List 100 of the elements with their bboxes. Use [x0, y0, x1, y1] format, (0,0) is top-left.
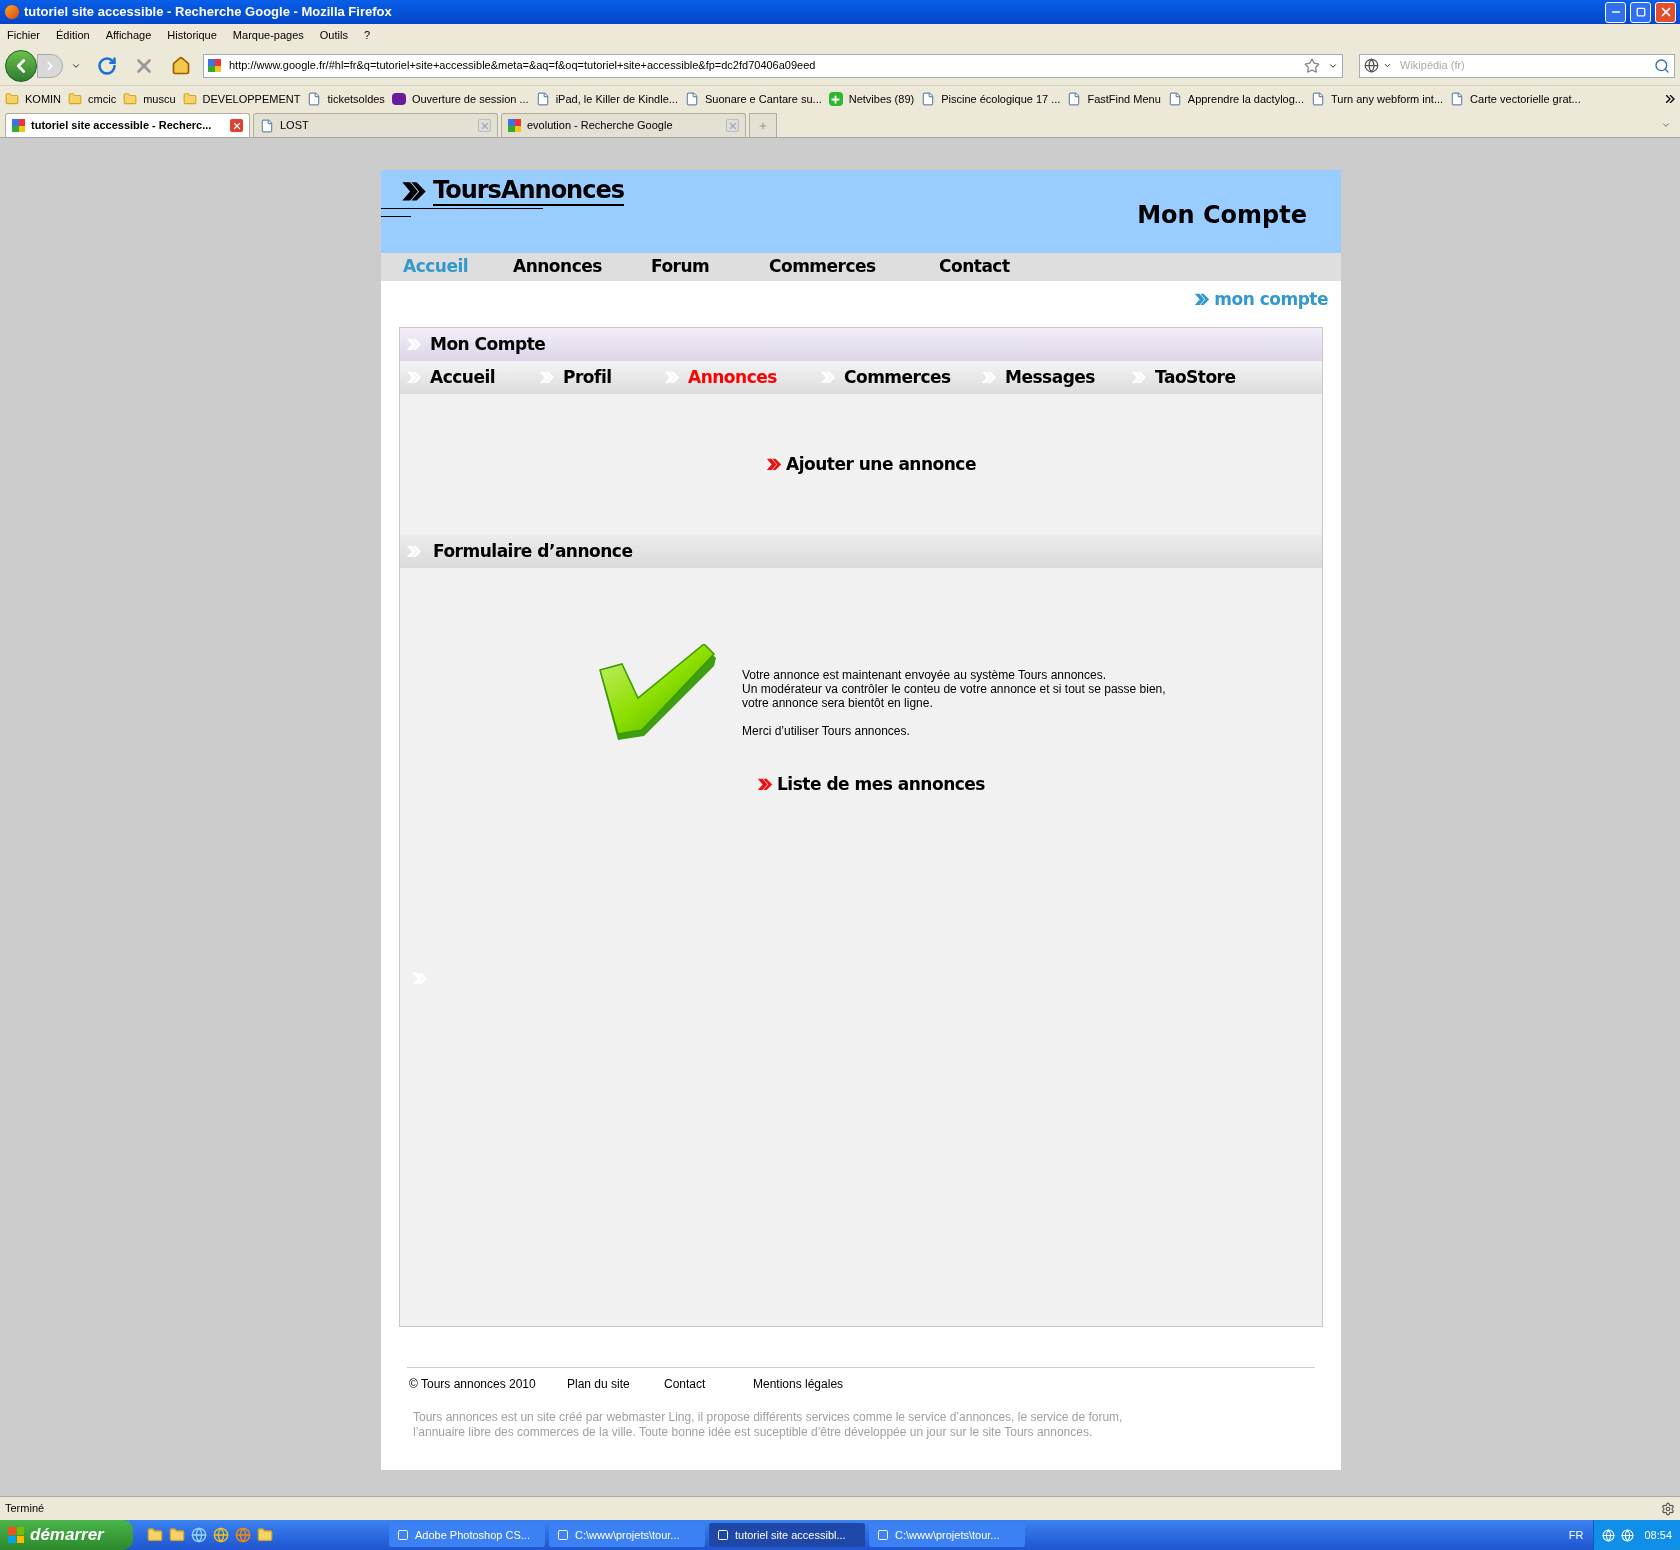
taskbar-button[interactable]: C:\www\projets\tour...: [869, 1523, 1025, 1547]
globe-icon[interactable]: [191, 1527, 207, 1543]
page-icon: [307, 92, 322, 106]
ad-list-link[interactable]: Liste de mes annonces: [757, 772, 985, 798]
window-icon: [557, 1529, 569, 1541]
windows-logo-icon: [8, 1527, 24, 1543]
folder-icon[interactable]: [147, 1527, 163, 1543]
footer-link[interactable]: Contact: [664, 1375, 753, 1393]
site-description: Tours annonces est un site créé par webmaster Ling, il propose différents services comme le service d’annonces, le service de forum, l’annuaire libre des commerces de la ville. Toute bonne idée est suceptible d’être développée un jour sur le site Tours annonces.: [412, 1410, 1124, 1440]
sub-nav-link[interactable]: Commerces: [820, 364, 981, 391]
folder-icon[interactable]: [169, 1527, 185, 1543]
site-logo[interactable]: ToursAnnonces: [433, 176, 624, 206]
page-icon: [1167, 92, 1182, 106]
menu-item[interactable]: Affichage: [105, 26, 152, 44]
bookmark-item[interactable]: muscu: [123, 90, 176, 108]
page-icon: [1067, 92, 1082, 106]
folder-icon: [68, 92, 83, 106]
clock-text: 08:54: [1644, 1527, 1672, 1543]
taskbar-button[interactable]: tutoriel site accessibl...: [709, 1523, 865, 1547]
search-placeholder: Wikipédia (fr): [1400, 58, 1466, 74]
menu-item[interactable]: ?: [363, 26, 371, 44]
bookmark-item[interactable]: Netvibes (89): [828, 90, 915, 108]
logo-chevron-icon: [401, 180, 427, 202]
taskbar-button[interactable]: Adobe Photoshop CS...: [389, 1523, 545, 1547]
bookmark-item[interactable]: Piscine écologique 17 ...: [921, 90, 1061, 108]
reload-icon[interactable]: [97, 55, 117, 76]
tab-title: evolution - Recherche Google: [527, 118, 674, 134]
url-text: http://www.google.fr/#hl=fr&q=tutoriel+site+accessible&meta=&aq=f&oq=tutoriel+site+accessible&fp=dc2fd70406a09eed: [229, 58, 817, 74]
more-bookmarks-icon[interactable]: [1666, 95, 1675, 103]
page-icon: [1450, 92, 1465, 106]
bookmark-item[interactable]: cmcic: [68, 90, 117, 108]
browser-tab[interactable]: LOST: [253, 113, 498, 137]
chevron-icon: [406, 545, 422, 558]
menu-item[interactable]: Historique: [167, 26, 217, 44]
home-icon[interactable]: [171, 55, 191, 76]
bookmark-star-icon[interactable]: [1304, 57, 1320, 74]
chevron-icon: [406, 338, 422, 351]
globe-icon[interactable]: [235, 1527, 251, 1543]
bookmark-item[interactable]: iPad, le Killer de Kindle...: [535, 90, 678, 108]
address-field[interactable]: http://www.google.fr/#hl=fr&q=tutoriel+site+accessible&meta=&aq=f&oq=tutoriel+site+accessible&fp=dc2fd70406a09eed: [203, 53, 1343, 78]
footer-link[interactable]: Plan du site: [567, 1375, 664, 1393]
page-icon: [260, 118, 274, 133]
dropdown-icon[interactable]: [1383, 61, 1392, 70]
menu-item[interactable]: Édition: [56, 26, 90, 44]
menu-item[interactable]: Fichier: [7, 26, 40, 44]
gear-icon[interactable]: [1661, 1501, 1675, 1516]
add-ad-link[interactable]: Ajouter une annonce: [766, 451, 976, 478]
bookmark-item[interactable]: Suonare e Cantare su...: [684, 90, 822, 108]
tray-icon[interactable]: [1621, 1528, 1635, 1542]
globe-icon[interactable]: [213, 1527, 229, 1543]
folder-icon: [5, 92, 19, 106]
page-icon: [1311, 92, 1325, 106]
window-icon: [397, 1529, 409, 1541]
bookmark-item[interactable]: Ouverture de session ...: [391, 90, 529, 108]
folder-icon: [123, 92, 138, 106]
nav-link[interactable]: Contact: [939, 254, 1039, 280]
taskbar-button[interactable]: C:\www\projets\tour...: [549, 1523, 705, 1547]
nav-link[interactable]: Annonces: [513, 254, 651, 280]
bookmark-item[interactable]: Turn any webform int...: [1311, 90, 1444, 108]
chevron-icon: [1194, 293, 1211, 307]
window-title: tutoriel site accessible - Recherche Google - Mozilla Firefox: [24, 3, 393, 22]
bookmark-item[interactable]: KOMIN: [5, 90, 62, 108]
window-icon: [877, 1529, 889, 1541]
globe-icon: [1364, 58, 1379, 73]
menu-item[interactable]: Outils: [319, 26, 348, 44]
page-icon: [535, 92, 550, 106]
menu-item[interactable]: Marque-pages: [232, 26, 304, 44]
browser-tab[interactable]: evolution - Recherche Google: [501, 113, 746, 137]
minimize-button[interactable]: [1605, 1, 1626, 23]
sub-nav-link[interactable]: TaoStore: [1131, 364, 1251, 391]
plus-icon: [758, 120, 768, 131]
bookmark-item[interactable]: Apprendre la dactylog...: [1167, 90, 1304, 108]
sub-nav-link[interactable]: Accueil: [406, 364, 539, 391]
sub-nav-link[interactable]: Messages: [981, 364, 1131, 391]
nav-link[interactable]: Forum: [651, 254, 769, 280]
status-text: Terminé: [5, 1501, 46, 1517]
sub-nav-link[interactable]: Profil: [539, 364, 664, 391]
maximize-icon: [1635, 7, 1646, 17]
tray-icon[interactable]: [1602, 1528, 1616, 1542]
back-button[interactable]: [5, 49, 37, 82]
folder-icon[interactable]: [257, 1527, 273, 1543]
bookmark-item[interactable]: ticketsoldes: [307, 90, 385, 108]
browser-tab[interactable]: tutoriel site accessible - Recherc...: [5, 113, 250, 137]
bookmark-item[interactable]: DEVELOPPEMENT: [182, 90, 301, 108]
close-button[interactable]: [1655, 1, 1676, 23]
search-icon[interactable]: [1654, 57, 1670, 74]
window-icon: [717, 1529, 729, 1541]
tab-close-icon[interactable]: [230, 119, 243, 132]
nav-link[interactable]: Commerces: [769, 254, 939, 280]
tab-title: tutoriel site accessible - Recherc...: [31, 118, 213, 134]
tab-list-icon[interactable]: [1661, 120, 1671, 130]
thanks-message: Merci d’utiliser Tours annonces.: [742, 724, 911, 738]
bookmark-item[interactable]: FastFind Menu: [1067, 90, 1161, 108]
footer-link[interactable]: Mentions légales: [753, 1375, 873, 1393]
maximize-button[interactable]: [1630, 1, 1651, 23]
bookmark-item[interactable]: Carte vectorielle grat...: [1450, 90, 1581, 108]
language-indicator[interactable]: FR: [1568, 1526, 1584, 1544]
page-icon: [684, 92, 699, 106]
copyright-text: © Tours annonces 2010: [409, 1376, 537, 1393]
chevron-icon: [981, 371, 997, 384]
